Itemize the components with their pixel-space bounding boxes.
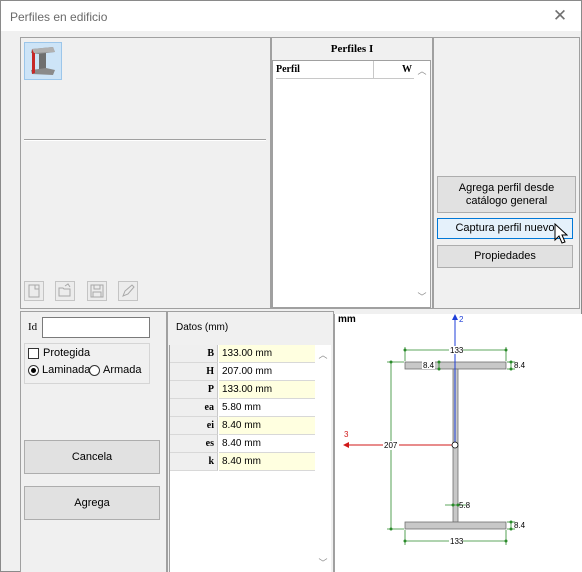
row-value[interactable]: 8.40 mm [219,435,316,453]
protegida-checkbox[interactable] [28,348,39,359]
actions-panel [433,37,580,309]
close-icon[interactable]: ✕ [543,3,577,29]
protegida-label: Protegida [43,347,91,359]
table-row[interactable]: k 8.40 mm [170,453,316,471]
title-bar: Perfiles en edificio ✕ [1,1,581,31]
armada-label: Armada [103,364,142,376]
save-profile-button[interactable] [87,281,107,301]
i-section-diagram: 2 3 133 8.4 8.4 207 5.8 8.4 133 [343,314,526,546]
dim-height: 207 [384,441,398,450]
laminada-label: Laminada [42,364,91,376]
scroll-up-icon[interactable]: ︿ [414,63,430,79]
table-row[interactable]: B 133.00 mm [170,345,316,363]
profiles-list-title: Perfiles I [330,43,374,55]
row-key: es [170,435,218,453]
row-key: B [170,345,218,363]
row-key: P [170,381,218,399]
new-icon [28,284,40,298]
dimension-lines [387,347,515,545]
profiles-list[interactable]: Perfil W ︿ ﹀ [272,60,431,308]
properties-button[interactable]: Propiedades [437,245,573,268]
table-row[interactable]: P 133.00 mm [170,381,316,399]
row-key: H [170,363,218,381]
dim-top-width: 133 [450,346,464,355]
add-button[interactable]: Agrega [24,486,160,520]
open-profile-button[interactable] [55,281,75,301]
scroll-down-icon[interactable]: ﹀ [414,289,430,305]
add-from-catalog-button[interactable]: Agrega perfil desde catálogo general [437,176,576,213]
datos-scrollbar[interactable]: ︿ ﹀ [315,345,331,572]
section-drawing: 2 3 133 8.4 8.4 207 5.8 8.4 133 [334,314,582,572]
scroll-down-icon[interactable]: ﹀ [315,555,331,571]
panel-divider [24,139,266,141]
row-key: k [170,453,218,471]
dim-top-flange-left: 8.4 [423,361,435,370]
units-label: mm [338,314,356,325]
centroid-icon [451,441,459,449]
table-row[interactable]: ea 5.80 mm [170,399,316,417]
row-value[interactable]: 133.00 mm [219,345,316,363]
table-row[interactable]: es 8.40 mm [170,435,316,453]
dialog-window: Perfiles en edificio ✕ Perfiles I Perfil… [0,0,582,572]
dim-web: 5.8 [459,501,471,510]
dim-bottom-flange: 8.4 [514,521,526,530]
scroll-up-icon[interactable]: ︿ [315,347,331,363]
datos-table[interactable]: B 133.00 mm H 207.00 mm P 133.00 mm ea 5… [169,345,331,572]
dim-bottom-width: 133 [450,537,464,546]
save-icon [90,284,104,298]
profiles-list-scrollbar[interactable]: ︿ ﹀ [414,61,430,307]
armada-radio[interactable] [89,365,100,376]
datos-title: Datos (mm) [176,322,229,333]
row-key: ea [170,399,218,417]
row-value[interactable]: 133.00 mm [219,381,316,399]
row-value[interactable]: 8.40 mm [219,453,316,471]
y-axis-label: 2 [459,315,464,324]
window-title: Perfiles en edificio [10,10,108,24]
id-input[interactable] [42,317,150,338]
edit-icon [122,284,135,297]
open-icon [58,283,71,297]
i-beam-icon [31,47,55,75]
edit-profile-button[interactable] [118,281,138,301]
column-header-w[interactable]: W [373,61,415,79]
row-key: ei [170,417,218,435]
x-axis-arrow-icon [343,442,349,448]
y-axis-arrow-icon [452,314,458,320]
column-header-perfil[interactable]: Perfil [276,61,373,79]
i-beam-thumbnail[interactable] [24,42,62,80]
row-value[interactable]: 8.40 mm [219,417,316,435]
table-row[interactable]: H 207.00 mm [170,363,316,381]
laminada-radio[interactable] [28,365,39,376]
capture-new-profile-button[interactable]: Captura perfil nuevo [437,218,573,239]
id-label: Id [28,321,38,333]
table-row[interactable]: ei 8.40 mm [170,417,316,435]
cancel-button[interactable]: Cancela [24,440,160,474]
dim-top-flange: 8.4 [514,361,526,370]
row-value[interactable]: 5.80 mm [219,399,316,417]
x-axis-label: 3 [344,430,349,439]
row-value[interactable]: 207.00 mm [219,363,316,381]
new-profile-button[interactable] [24,281,44,301]
